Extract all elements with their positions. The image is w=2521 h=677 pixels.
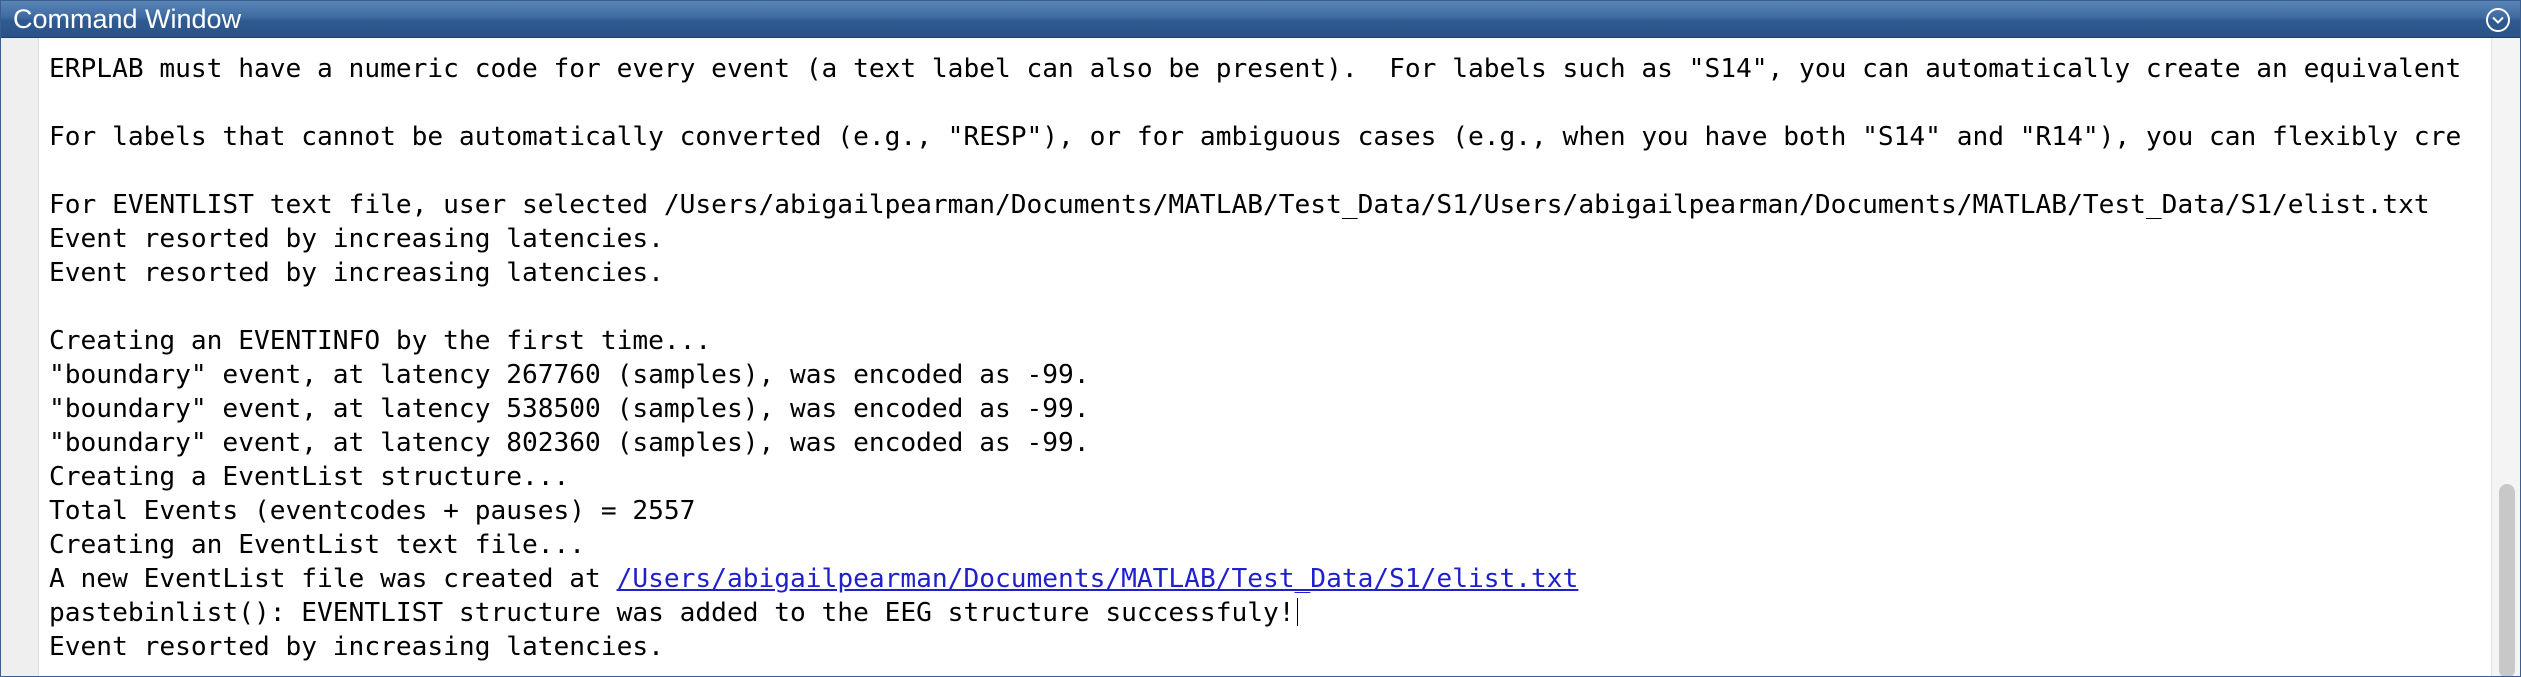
output-line: "boundary" event, at latency 538500 (sam… xyxy=(49,394,1090,424)
output-line: Total Events (eventcodes + pauses) = 255… xyxy=(49,496,696,526)
command-window: Command Window ERPLAB must have a numeri… xyxy=(0,0,2521,677)
output-line: ERPLAB must have a numeric code for ever… xyxy=(49,54,2462,84)
vertical-scrollbar[interactable] xyxy=(2491,38,2520,676)
window-actions-button[interactable] xyxy=(2486,8,2510,32)
output-line-success: pastebinlist(): EVENTLIST structure was … xyxy=(49,596,2485,630)
command-output[interactable]: ERPLAB must have a numeric code for ever… xyxy=(49,52,2485,676)
output-line: Event resorted by increasing latencies. xyxy=(49,224,664,254)
created-prefix: A new EventList file was created at xyxy=(49,564,617,594)
elist-file-link[interactable]: /Users/abigailpearman/Documents/MATLAB/T… xyxy=(617,564,1579,594)
left-gutter xyxy=(1,38,39,676)
output-line: For EVENTLIST text file, user selected /… xyxy=(49,190,2430,220)
window-title: Command Window xyxy=(13,4,242,34)
success-text: pastebinlist(): EVENTLIST structure was … xyxy=(49,598,1295,628)
output-line-created: A new EventList file was created at /Use… xyxy=(49,562,2485,596)
output-line-last: Event resorted by increasing latencies. xyxy=(49,632,664,662)
text-cursor xyxy=(1296,598,1298,626)
output-line: Creating an EventList text file... xyxy=(49,530,586,560)
output-line: Event resorted by increasing latencies. xyxy=(49,258,664,288)
output-line: For labels that cannot be automatically … xyxy=(49,122,2462,152)
output-line: Creating a EventList structure... xyxy=(49,462,570,492)
output-line: Creating an EVENTINFO by the first time.… xyxy=(49,326,712,356)
scrollbar-thumb[interactable] xyxy=(2499,484,2515,676)
output-line: "boundary" event, at latency 267760 (sam… xyxy=(49,360,1090,390)
title-bar: Command Window xyxy=(1,1,2520,38)
chevron-down-icon xyxy=(2492,16,2504,24)
output-line: "boundary" event, at latency 802360 (sam… xyxy=(49,428,1090,458)
